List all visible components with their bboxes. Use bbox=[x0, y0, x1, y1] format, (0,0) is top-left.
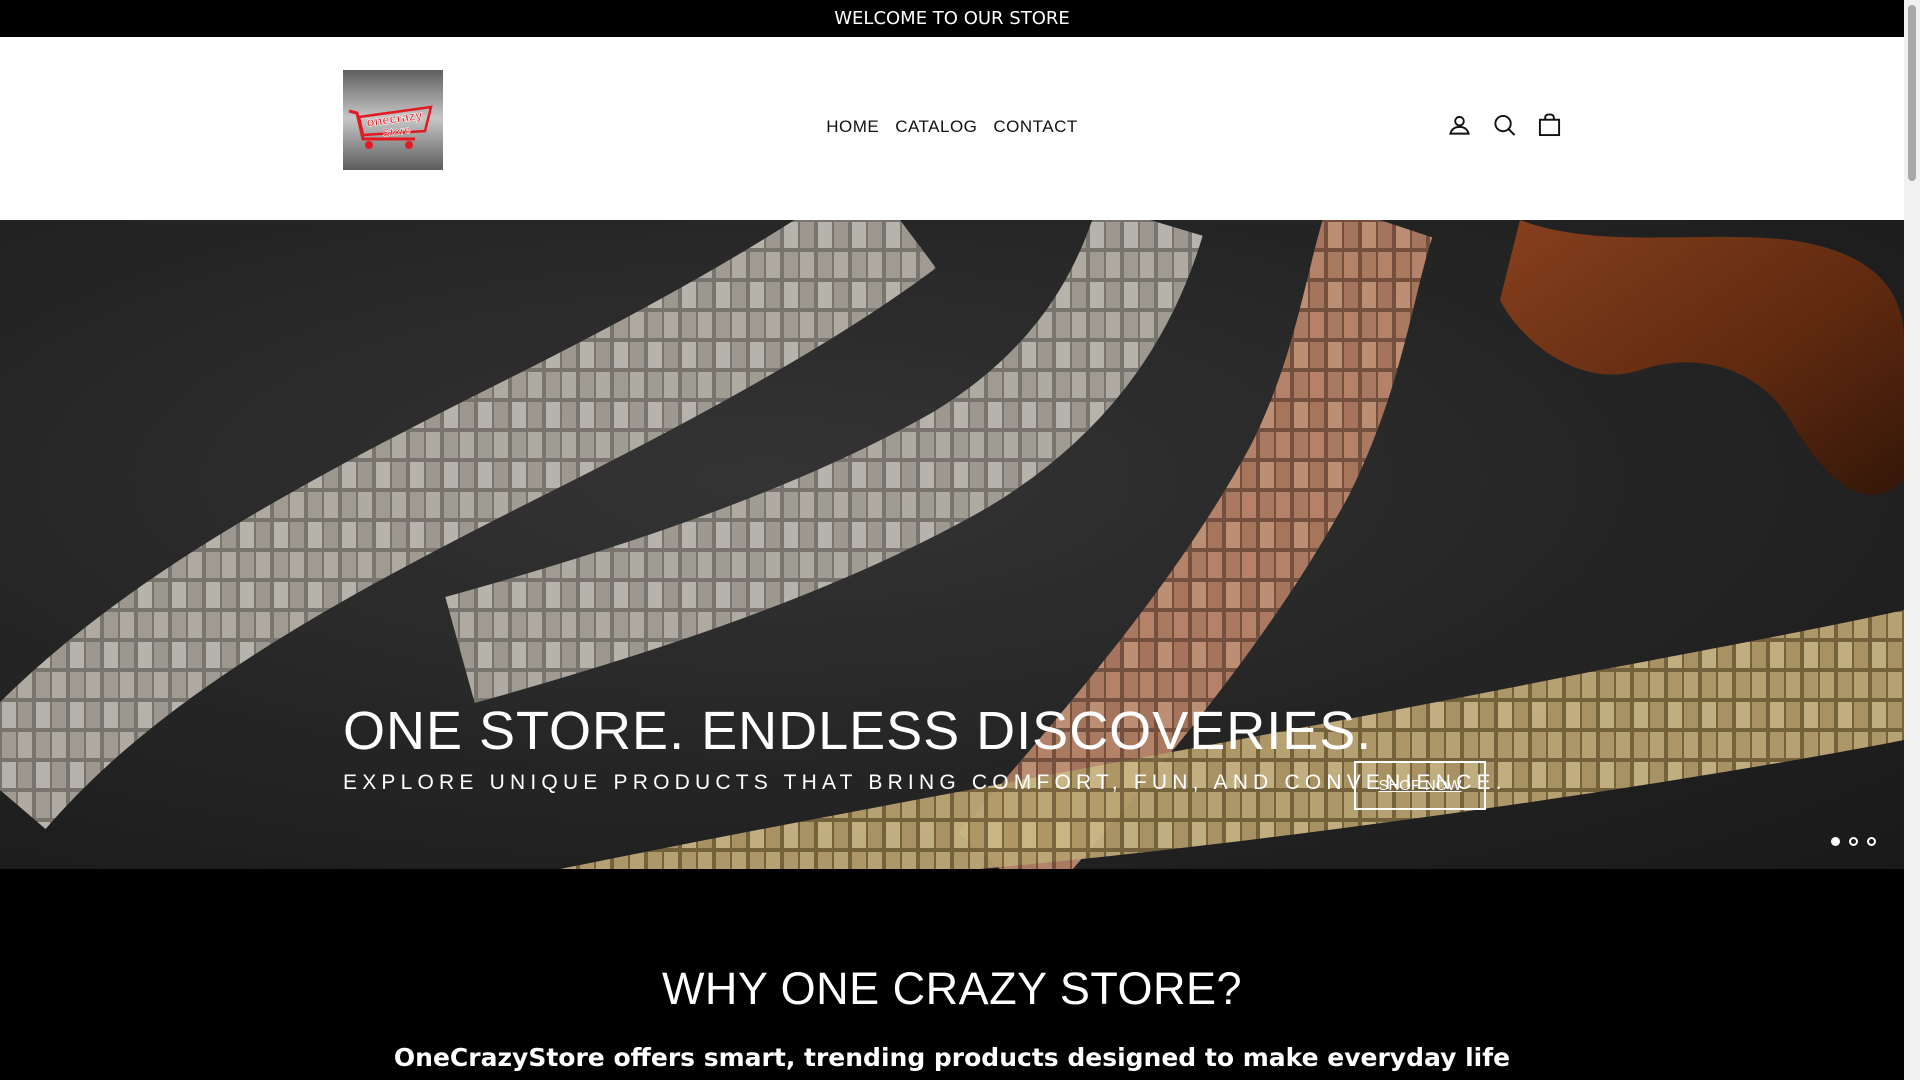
search-icon[interactable] bbox=[1493, 113, 1516, 136]
shop-now-button[interactable]: SHOP NOW bbox=[1354, 761, 1486, 810]
slide-dot-1[interactable] bbox=[1831, 837, 1840, 846]
header-icons bbox=[1448, 113, 1561, 137]
scrollbar-thumb[interactable] bbox=[1908, 5, 1916, 181]
page-scrollbar[interactable] bbox=[1904, 0, 1920, 1080]
hero-slideshow: ONE STORE. ENDLESS DISCOVERIES. EXPLORE … bbox=[0, 220, 1904, 869]
site-header: onecrazy Store HOME CATALOG CONTACT bbox=[0, 37, 1904, 220]
why-section: WHY ONE CRAZY STORE? OneCrazyStore offer… bbox=[0, 869, 1904, 1080]
nav-catalog[interactable]: CATALOG bbox=[895, 117, 977, 137]
main-nav: HOME CATALOG CONTACT bbox=[0, 117, 1904, 137]
nav-contact[interactable]: CONTACT bbox=[993, 117, 1077, 137]
hero-title: ONE STORE. ENDLESS DISCOVERIES. bbox=[343, 701, 1373, 761]
slideshow-dots bbox=[1831, 837, 1876, 846]
announcement-text: WELCOME TO OUR STORE bbox=[834, 8, 1070, 29]
nav-home[interactable]: HOME bbox=[826, 117, 879, 137]
why-text: OneCrazyStore offers smart, trending pro… bbox=[393, 1043, 1511, 1072]
announcement-bar: WELCOME TO OUR STORE bbox=[0, 0, 1904, 37]
why-heading: WHY ONE CRAZY STORE? bbox=[661, 963, 1243, 1014]
slide-dot-3[interactable] bbox=[1867, 837, 1876, 846]
hero-subtitle: EXPLORE UNIQUE PRODUCTS THAT BRING COMFO… bbox=[343, 771, 1507, 794]
bag-icon[interactable] bbox=[1538, 113, 1561, 137]
slide-dot-2[interactable] bbox=[1849, 837, 1858, 846]
user-icon[interactable] bbox=[1448, 113, 1471, 136]
